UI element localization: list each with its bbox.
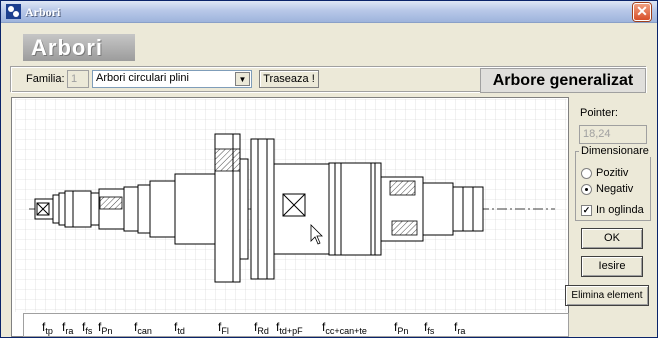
familia-label: Familia: bbox=[26, 73, 65, 85]
radio-pozitiv-label: Pozitiv bbox=[596, 167, 629, 179]
mirror-label: In oglinda bbox=[596, 204, 644, 216]
logo-text: Arbori bbox=[31, 35, 103, 60]
radio-negativ-label: Negativ bbox=[596, 183, 634, 195]
chevron-down-icon[interactable]: ▼ bbox=[235, 72, 250, 86]
factor-label: ftp bbox=[42, 320, 53, 336]
factor-label: ffs bbox=[82, 320, 93, 336]
factor-label: fcan bbox=[134, 320, 152, 336]
mirror-checkbox[interactable]: ✓ bbox=[581, 204, 592, 216]
factor-label: ftd+pF bbox=[276, 320, 303, 336]
pointer-field[interactable]: 18,24 bbox=[579, 125, 647, 144]
traseaza-button[interactable]: Traseaza ! bbox=[259, 70, 319, 88]
close-button[interactable]: ✕ bbox=[633, 3, 651, 21]
familia-dropdown[interactable]: Arbori circulari plini ▼ bbox=[92, 70, 252, 88]
app-icon bbox=[6, 4, 21, 19]
radio-negativ[interactable]: Negativ bbox=[581, 183, 633, 195]
factor-label: fcc+can+te bbox=[322, 320, 367, 336]
iesire-button[interactable]: Iesire bbox=[581, 256, 643, 277]
factors-strip: ftp fra ffs fPn fcan ftd fFl fRd ftd+pF … bbox=[23, 313, 569, 337]
window-title: Arbori bbox=[25, 5, 61, 19]
familia-dropdown-value: Arbori circulari plini bbox=[96, 72, 189, 84]
factor-label: fra bbox=[454, 320, 466, 336]
arbori-logo: Arbori bbox=[23, 34, 135, 61]
shaft-drawing[interactable] bbox=[15, 99, 567, 312]
radio-circle-pozitiv[interactable] bbox=[581, 167, 592, 179]
radio-circle-negativ[interactable] bbox=[581, 183, 592, 195]
app-window: Arbori ✕ Arbori Familia: 1 Arbori circul… bbox=[0, 0, 658, 338]
factor-label: fRd bbox=[254, 320, 269, 336]
dimensionare-legend: Dimensionare bbox=[579, 145, 651, 157]
factor-label: fra bbox=[62, 320, 74, 336]
factor-label: ffs bbox=[424, 320, 435, 336]
pointer-label: Pointer: bbox=[580, 107, 618, 119]
factor-label: fFl bbox=[218, 320, 229, 336]
radio-pozitiv[interactable]: Pozitiv bbox=[581, 167, 628, 179]
factor-label: ftd bbox=[174, 320, 185, 336]
factor-label: fPn bbox=[98, 320, 113, 336]
factor-label: fPn bbox=[394, 320, 409, 336]
shaft-type-heading: Arbore generalizat bbox=[480, 68, 646, 93]
ok-button[interactable]: OK bbox=[581, 228, 643, 249]
elimina-element-button[interactable]: Elimina element bbox=[565, 285, 649, 306]
title-bar[interactable]: Arbori ✕ bbox=[1, 1, 657, 23]
mirror-checkbox-row[interactable]: ✓ In oglinda bbox=[581, 204, 644, 216]
familia-number-field[interactable]: 1 bbox=[67, 70, 89, 88]
